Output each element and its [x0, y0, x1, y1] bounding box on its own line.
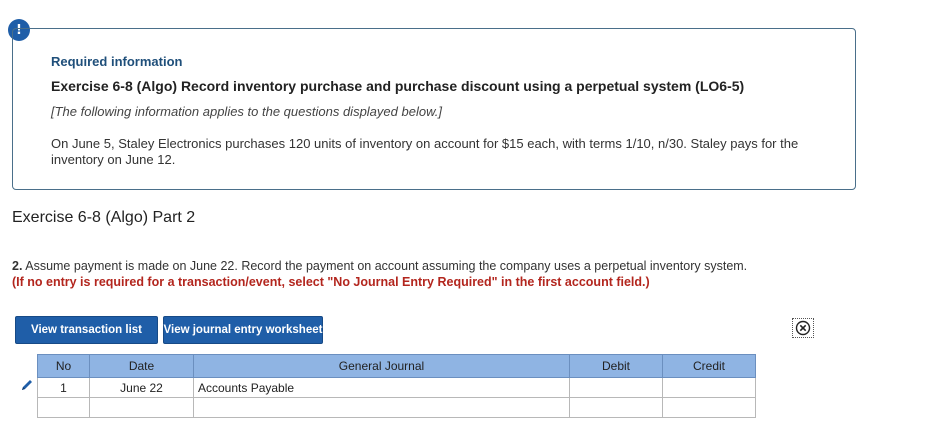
- question: 2. Assume payment is made on June 22. Re…: [12, 258, 912, 290]
- info-body: On June 5, Staley Electronics purchases …: [51, 136, 799, 167]
- required-info-label: Required information: [51, 54, 183, 69]
- header-debit: Debit: [569, 354, 663, 378]
- question-instruction: (If no entry is required for a transacti…: [12, 275, 650, 289]
- header-general-journal: General Journal: [193, 354, 570, 378]
- required-info-box: Required information Exercise 6-8 (Algo)…: [12, 28, 856, 190]
- date-cell[interactable]: [89, 397, 194, 418]
- header-credit: Credit: [662, 354, 756, 378]
- journal-table: No Date General Journal Debit Credit 1 J…: [37, 354, 756, 418]
- pencil-icon[interactable]: [19, 377, 35, 393]
- debit-cell[interactable]: [569, 397, 663, 418]
- table-row: [37, 397, 756, 418]
- account-cell[interactable]: Accounts Payable: [193, 377, 570, 398]
- table-row: 1 June 22 Accounts Payable: [37, 377, 756, 398]
- info-note: [The following information applies to th…: [51, 104, 442, 119]
- debit-cell[interactable]: [569, 377, 663, 398]
- row-no: [37, 397, 90, 418]
- question-text: Assume payment is made on June 22. Recor…: [25, 259, 748, 273]
- header-date: Date: [89, 354, 194, 378]
- date-cell[interactable]: June 22: [89, 377, 194, 398]
- close-circle-icon[interactable]: [792, 318, 814, 338]
- account-cell[interactable]: [193, 397, 570, 418]
- header-no: No: [37, 354, 90, 378]
- credit-cell[interactable]: [662, 377, 756, 398]
- row-no: 1: [37, 377, 90, 398]
- journal-header-row: No Date General Journal Debit Credit: [37, 354, 756, 378]
- exercise-title: Exercise 6-8 (Algo) Record inventory pur…: [51, 78, 745, 94]
- credit-cell[interactable]: [662, 397, 756, 418]
- view-journal-worksheet-button[interactable]: View journal entry worksheet: [163, 316, 323, 344]
- question-number: 2.: [12, 259, 23, 273]
- part-title: Exercise 6-8 (Algo) Part 2: [12, 209, 196, 226]
- view-transaction-list-button[interactable]: View transaction list: [15, 316, 158, 344]
